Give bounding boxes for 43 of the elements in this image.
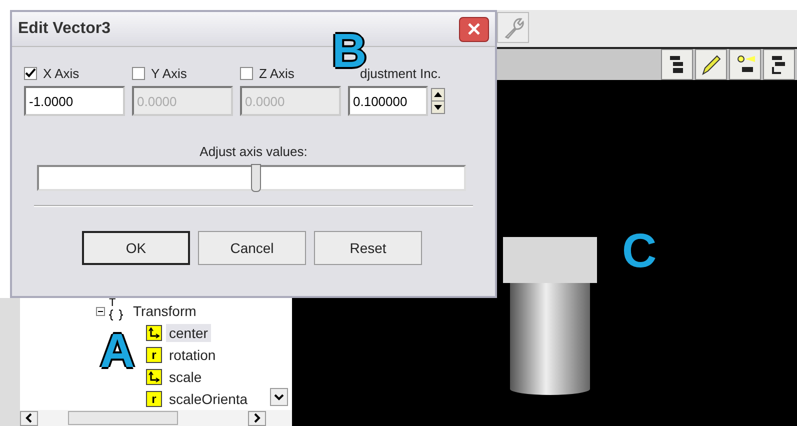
checkbox[interactable]: [240, 67, 253, 80]
checkbox[interactable]: [132, 67, 145, 80]
dialog-button[interactable]: Cancel: [198, 231, 306, 265]
scrollbar-thumb[interactable]: [68, 411, 178, 425]
scroll-left-button[interactable]: [20, 410, 38, 426]
input-field[interactable]: 0.100000: [348, 86, 428, 116]
spinner-control[interactable]: [431, 88, 445, 114]
dialog-button[interactable]: OK: [82, 231, 190, 265]
axes-icon: [146, 325, 162, 341]
horizontal-scrollbar[interactable]: [20, 410, 292, 426]
light-bulb-icon[interactable]: [729, 49, 761, 80]
slider-label: Adjust axis values:: [198, 144, 308, 159]
tree-item[interactable]: scale: [166, 368, 205, 386]
scroll-right-button[interactable]: [248, 410, 266, 426]
dialog-button[interactable]: Reset: [314, 231, 422, 265]
chevron-down-icon: [274, 393, 284, 401]
checkbox-label: Z Axis: [259, 66, 294, 81]
chevron-left-icon: [25, 413, 33, 423]
checkbox[interactable]: [24, 67, 37, 80]
tree-icon[interactable]: [763, 49, 795, 80]
window-title: Edit Vector3: [18, 20, 110, 38]
scroll-down-button[interactable]: [270, 388, 288, 406]
axes-icon: [146, 369, 162, 385]
slider[interactable]: [37, 165, 466, 191]
close-icon: [466, 21, 482, 37]
field-label: djustment Inc.: [360, 66, 442, 82]
tree-item[interactable]: scaleOrienta: [166, 390, 251, 408]
annotation-letter: A: [100, 328, 135, 376]
tree-item[interactable]: rotation: [166, 346, 219, 364]
chevron-right-icon: [253, 413, 261, 423]
close-button[interactable]: [459, 16, 489, 42]
checkbox-label: X Axis: [43, 66, 80, 81]
input-field[interactable]: -1.0000: [24, 86, 125, 116]
rotation-icon: r: [146, 347, 162, 363]
rotation-icon: r: [146, 391, 162, 407]
tree-icon[interactable]: [661, 49, 693, 80]
checkbox-label: Y Axis: [151, 66, 187, 81]
tree-item[interactable]: center: [166, 324, 211, 342]
annotation-letter: C: [622, 228, 657, 276]
tree-item[interactable]: Transform: [131, 302, 198, 320]
pencil-icon[interactable]: [695, 49, 727, 80]
slider-thumb[interactable]: [250, 164, 261, 192]
collapse-icon[interactable]: [96, 306, 105, 316]
